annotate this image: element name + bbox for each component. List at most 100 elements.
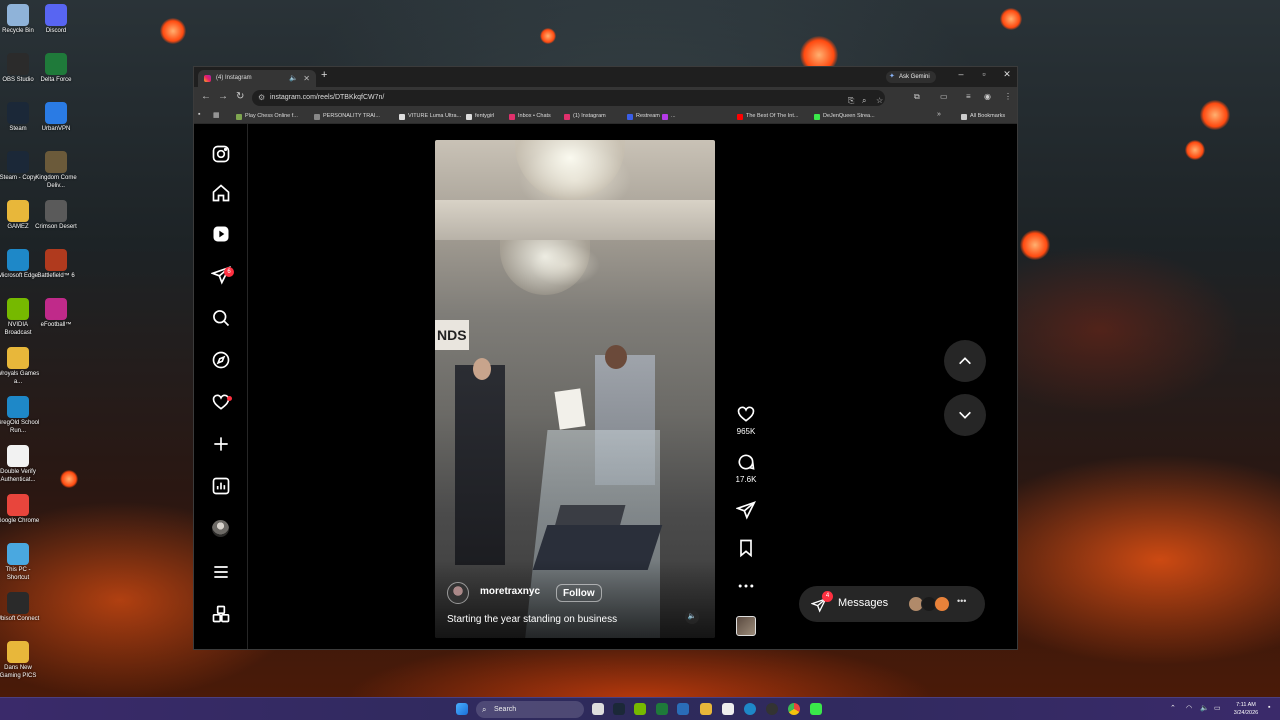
reels-icon[interactable] bbox=[211, 224, 231, 244]
next-reel-button[interactable] bbox=[944, 394, 986, 436]
zoom-icon[interactable]: ⌕ bbox=[862, 93, 866, 109]
extensions-icon[interactable]: ⧉ bbox=[914, 92, 920, 102]
also-from-meta-icon[interactable] bbox=[211, 604, 231, 624]
desktop-icon[interactable]: Ubisoft Connect bbox=[0, 592, 40, 624]
minimize-button[interactable]: – bbox=[954, 69, 968, 79]
reel-caption[interactable]: Starting the year standing on business bbox=[447, 614, 617, 625]
tab-instagram[interactable]: (4) Instagram 🔈 ✕ bbox=[198, 70, 316, 87]
start-windows-icon[interactable] bbox=[456, 703, 468, 715]
share-button[interactable] bbox=[733, 500, 759, 520]
maximize-button[interactable]: ▫ bbox=[977, 69, 991, 79]
desktop-icon[interactable]: Wroyals Games a... bbox=[0, 347, 40, 386]
bookmark-item[interactable]: Restream bbox=[627, 111, 660, 122]
bookmark-item[interactable]: VITURE Luma Ultra... bbox=[399, 111, 461, 122]
profile-icon[interactable]: ◉ bbox=[984, 92, 991, 101]
reading-list-icon[interactable]: ≡ bbox=[966, 92, 971, 101]
desktop-icon[interactable]: GregOld School Run... bbox=[0, 396, 40, 435]
menu-dots-icon[interactable]: ⋮ bbox=[1004, 92, 1012, 101]
steam-icon[interactable] bbox=[613, 703, 625, 715]
heart-notifications-icon[interactable] bbox=[211, 392, 231, 412]
desktop-icon[interactable]: Discord bbox=[34, 4, 78, 36]
all-bookmarks-folder[interactable]: All Bookmarks bbox=[961, 111, 1005, 122]
install-app-icon[interactable]: ⎘ bbox=[848, 93, 854, 109]
back-arrow-icon[interactable]: ← bbox=[201, 91, 211, 102]
desktop-icon[interactable]: Google Chrome bbox=[0, 494, 40, 526]
save-button[interactable] bbox=[733, 538, 759, 558]
speaker-icon[interactable]: 🔈 bbox=[1200, 704, 1209, 712]
site-info-icon[interactable]: ⚙ bbox=[258, 90, 265, 106]
more-options-button[interactable] bbox=[733, 576, 759, 596]
explore-compass-icon[interactable] bbox=[211, 350, 231, 370]
desktop-app-icon bbox=[45, 151, 67, 173]
instagram-logo-icon[interactable] bbox=[211, 144, 231, 164]
desktop-icon[interactable]: UrbanVPN bbox=[34, 102, 78, 134]
wifi-icon[interactable]: ◠ bbox=[1186, 704, 1192, 712]
tab-groups-icon[interactable]: ▦ bbox=[213, 111, 220, 119]
bookmark-item[interactable]: (1) Instagram bbox=[564, 111, 606, 122]
forward-arrow-icon[interactable]: → bbox=[218, 91, 228, 102]
cast-icon[interactable]: ▭ bbox=[940, 92, 948, 101]
xbox-icon[interactable] bbox=[656, 703, 668, 715]
store-icon[interactable] bbox=[677, 703, 689, 715]
more-menu-icon[interactable] bbox=[211, 562, 231, 582]
desktop-app-icon bbox=[45, 4, 67, 26]
messages-button[interactable]: 4 Messages ••• bbox=[799, 586, 985, 622]
desktop-icon[interactable]: Crimson Desert bbox=[34, 200, 78, 232]
taskbar-search-box[interactable]: ⌕ Search bbox=[476, 701, 584, 718]
mute-toggle-icon[interactable]: 🔈 bbox=[685, 610, 699, 624]
close-window-button[interactable]: ✕ bbox=[1000, 69, 1014, 80]
bookmark-item[interactable]: DeJenQueen Strea... bbox=[814, 111, 875, 122]
system-clock[interactable]: 7:11 AM 3/24/2026 bbox=[1228, 701, 1264, 717]
more-bookmarks-icon[interactable]: » bbox=[937, 111, 941, 118]
face bbox=[473, 358, 491, 380]
comment-button[interactable]: 17.6K bbox=[733, 452, 759, 484]
app-icon[interactable] bbox=[810, 703, 822, 715]
desktop-app-icon bbox=[7, 641, 29, 663]
original-audio-thumbnail[interactable] bbox=[736, 616, 756, 636]
app-icon[interactable] bbox=[722, 703, 734, 715]
new-tab-button[interactable]: + bbox=[321, 69, 327, 81]
bookmark-item[interactable]: PERSONALITY TRAI... bbox=[314, 111, 380, 122]
bookmark-item[interactable]: fentygirl bbox=[466, 111, 494, 122]
notifications-icon[interactable]: ▪ bbox=[1268, 704, 1270, 711]
author-username[interactable]: moretraxnyc bbox=[480, 586, 540, 597]
follow-button[interactable]: Follow bbox=[556, 584, 602, 602]
nvidia-icon[interactable] bbox=[634, 703, 646, 715]
desktop-icon[interactable]: Delta Force bbox=[34, 53, 78, 85]
home-icon[interactable] bbox=[211, 183, 231, 203]
chrome-icon[interactable] bbox=[788, 703, 800, 715]
desktop-icon[interactable]: eFootball™ bbox=[34, 298, 78, 330]
search-icon[interactable] bbox=[211, 308, 231, 328]
reload-icon[interactable]: ↻ bbox=[236, 91, 244, 102]
file-explorer-icon[interactable] bbox=[700, 703, 712, 715]
desktop-icon[interactable]: Double Verify Authenticat... bbox=[0, 445, 40, 484]
previous-reel-button[interactable] bbox=[944, 340, 986, 382]
ask-gemini-button[interactable]: ✦ Ask Gemini bbox=[886, 71, 936, 83]
obs-icon[interactable] bbox=[766, 703, 778, 715]
author-avatar[interactable] bbox=[447, 582, 469, 604]
profile-avatar[interactable] bbox=[212, 520, 229, 537]
reel-video[interactable]: NDS moretraxnyc Follow Starting the year… bbox=[435, 140, 715, 638]
apps-icon[interactable]: ▪ bbox=[198, 111, 200, 118]
task-view-icon[interactable] bbox=[592, 703, 604, 715]
like-button[interactable]: 965K bbox=[733, 404, 759, 436]
bookmark-item[interactable]: The Best Of The Int... bbox=[737, 111, 798, 122]
dashboard-icon[interactable] bbox=[211, 476, 231, 496]
close-tab-icon[interactable]: ✕ bbox=[303, 70, 310, 87]
desktop-icon[interactable]: This PC - Shortcut bbox=[0, 543, 40, 582]
tray-chevron-up-icon[interactable]: ⌃ bbox=[1170, 704, 1176, 712]
speaker-icon[interactable]: 🔈 bbox=[289, 70, 298, 87]
man-in-suit bbox=[455, 365, 505, 565]
create-plus-icon[interactable] bbox=[211, 434, 231, 454]
bookmark-star-icon[interactable]: ☆ bbox=[876, 93, 883, 109]
address-bar[interactable]: ⚙ instagram.com/reels/DTBKkqfCW7n/ ⎘ ⌕ ☆ bbox=[252, 90, 885, 106]
comment-icon bbox=[738, 454, 755, 470]
desktop-icon[interactable]: Kingdom Come Deliv... bbox=[34, 151, 78, 190]
bookmark-item[interactable]: Inbox • Chats bbox=[509, 111, 551, 122]
bookmark-item[interactable]: Play Chess Online f... bbox=[236, 111, 298, 122]
edge-icon[interactable] bbox=[744, 703, 756, 715]
desktop-icon[interactable]: Battlefield™ 6 bbox=[34, 249, 78, 281]
bookmark-item[interactable]: ... bbox=[662, 111, 676, 122]
desktop-icon[interactable]: Dans New Gaming PICS bbox=[0, 641, 40, 680]
battery-icon[interactable]: ▭ bbox=[1214, 704, 1221, 712]
